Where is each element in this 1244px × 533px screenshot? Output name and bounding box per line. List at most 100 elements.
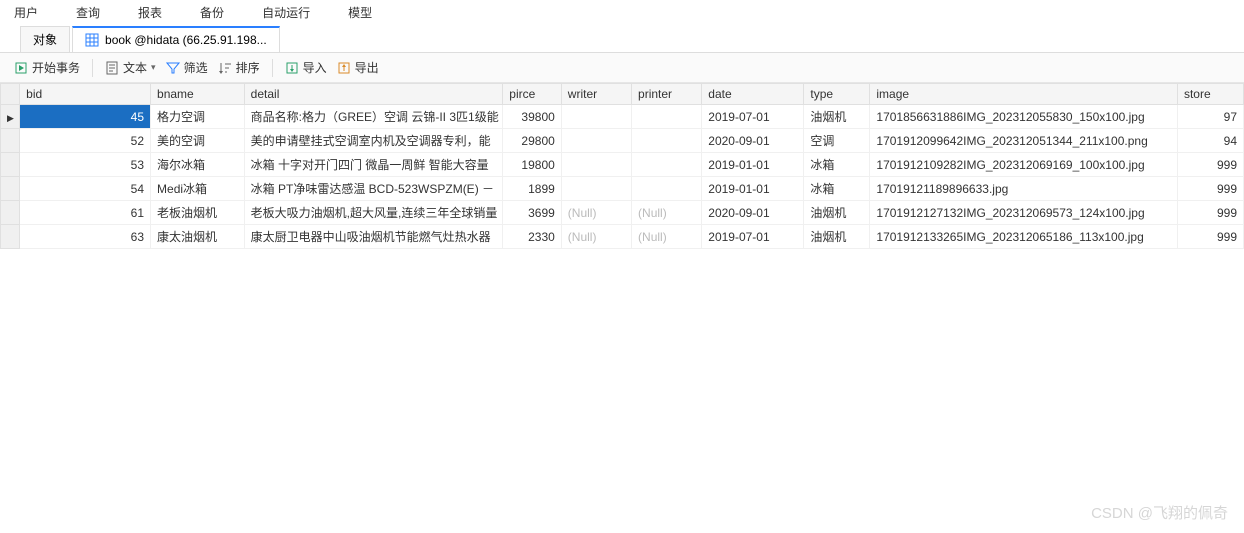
menu-item[interactable]: 模型: [348, 4, 372, 21]
cell-printer[interactable]: [632, 177, 702, 201]
cell-bid[interactable]: 61: [20, 201, 151, 225]
cell-date[interactable]: 2019-01-01: [702, 153, 804, 177]
cell-pirce[interactable]: 29800: [503, 129, 562, 153]
column-header[interactable]: type: [804, 84, 870, 105]
cell-type[interactable]: 冰箱: [804, 153, 870, 177]
cell-detail[interactable]: 冰箱 十字对开门四门 微晶一周鲜 智能大容量: [244, 153, 503, 177]
cell-bname[interactable]: Medi冰箱: [151, 177, 245, 201]
cell-writer[interactable]: (Null): [561, 201, 631, 225]
cell-bname[interactable]: 康太油烟机: [151, 225, 245, 249]
cell-type[interactable]: 油烟机: [804, 105, 870, 129]
column-header[interactable]: detail: [244, 84, 503, 105]
cell-pirce[interactable]: 3699: [503, 201, 562, 225]
tab-objects[interactable]: 对象: [20, 26, 70, 52]
cell-bid[interactable]: 63: [20, 225, 151, 249]
cell-image[interactable]: 1701912099642IMG_202312051344_211x100.pn…: [870, 129, 1178, 153]
cell-bname[interactable]: 美的空调: [151, 129, 245, 153]
cell-printer[interactable]: [632, 153, 702, 177]
cell-date[interactable]: 2020-09-01: [702, 129, 804, 153]
cell-date[interactable]: 2019-07-01: [702, 105, 804, 129]
cell-bname[interactable]: 老板油烟机: [151, 201, 245, 225]
menu-item[interactable]: 用户: [14, 4, 38, 21]
cell-writer[interactable]: [561, 153, 631, 177]
sort-button[interactable]: 排序: [218, 59, 260, 76]
cell-bname[interactable]: 格力空调: [151, 105, 245, 129]
cell-writer[interactable]: [561, 129, 631, 153]
data-grid[interactable]: bidbnamedetailpircewriterprinterdatetype…: [0, 83, 1244, 249]
column-header[interactable]: bid: [20, 84, 151, 105]
row-gutter: [1, 177, 20, 201]
menu-item[interactable]: 备份: [200, 4, 224, 21]
begin-transaction-button[interactable]: 开始事务: [14, 59, 80, 76]
cell-writer[interactable]: [561, 105, 631, 129]
cell-date[interactable]: 2019-01-01: [702, 177, 804, 201]
cell-pirce[interactable]: 19800: [503, 153, 562, 177]
menu-item[interactable]: 查询: [76, 4, 100, 21]
column-header[interactable]: pirce: [503, 84, 562, 105]
cell-detail[interactable]: 老板大吸力油烟机,超大风量,连续三年全球销量: [244, 201, 503, 225]
cell-store[interactable]: 94: [1177, 129, 1243, 153]
row-gutter: [1, 153, 20, 177]
table-row[interactable]: 45格力空调商品名称:格力（GREE）空调 云锦-II 3匹1级能39800 20…: [1, 105, 1244, 129]
cell-bid[interactable]: 54: [20, 177, 151, 201]
cell-printer[interactable]: [632, 129, 702, 153]
cell-detail[interactable]: 冰箱 PT净味雷达感温 BCD-523WSPZM(E) －: [244, 177, 503, 201]
cell-pirce[interactable]: 1899: [503, 177, 562, 201]
cell-detail[interactable]: 美的申请壁挂式空调室内机及空调器专利，能: [244, 129, 503, 153]
cell-printer[interactable]: [632, 105, 702, 129]
cell-date[interactable]: 2019-07-01: [702, 225, 804, 249]
cell-store[interactable]: 999: [1177, 225, 1243, 249]
text-button[interactable]: 文本 ▾: [105, 59, 156, 76]
cell-writer[interactable]: [561, 177, 631, 201]
menu-item[interactable]: 报表: [138, 4, 162, 21]
cell-bid[interactable]: 53: [20, 153, 151, 177]
cell-type[interactable]: 空调: [804, 129, 870, 153]
cell-printer[interactable]: (Null): [632, 225, 702, 249]
cell-store[interactable]: 999: [1177, 153, 1243, 177]
import-button[interactable]: 导入: [285, 59, 327, 76]
filter-button[interactable]: 筛选: [166, 59, 208, 76]
table-row[interactable]: 61老板油烟机老板大吸力油烟机,超大风量,连续三年全球销量3699(Null)(…: [1, 201, 1244, 225]
table-row[interactable]: 53海尔冰箱冰箱 十字对开门四门 微晶一周鲜 智能大容量19800 2019-01…: [1, 153, 1244, 177]
menu-item[interactable]: 自动运行: [262, 4, 310, 21]
funnel-icon: [166, 61, 180, 75]
cell-image[interactable]: 1701912109282IMG_202312069169_100x100.jp…: [870, 153, 1178, 177]
toolbar-label: 导入: [303, 59, 327, 76]
cell-bid[interactable]: 45: [20, 105, 151, 129]
cell-bid[interactable]: 52: [20, 129, 151, 153]
cell-store[interactable]: 999: [1177, 201, 1243, 225]
cell-writer[interactable]: (Null): [561, 225, 631, 249]
row-gutter: [1, 201, 20, 225]
cell-pirce[interactable]: 2330: [503, 225, 562, 249]
cell-type[interactable]: 油烟机: [804, 201, 870, 225]
cell-bname[interactable]: 海尔冰箱: [151, 153, 245, 177]
export-button[interactable]: 导出: [337, 59, 379, 76]
cell-detail[interactable]: 商品名称:格力（GREE）空调 云锦-II 3匹1级能: [244, 105, 503, 129]
cell-type[interactable]: 油烟机: [804, 225, 870, 249]
cell-printer[interactable]: (Null): [632, 201, 702, 225]
column-header[interactable]: image: [870, 84, 1178, 105]
row-gutter: [1, 225, 20, 249]
cell-store[interactable]: 999: [1177, 177, 1243, 201]
cell-image[interactable]: 1701912133265IMG_202312065186_113x100.jp…: [870, 225, 1178, 249]
column-header[interactable]: printer: [632, 84, 702, 105]
cell-date[interactable]: 2020-09-01: [702, 201, 804, 225]
cell-image[interactable]: 17019121189896633.jpg: [870, 177, 1178, 201]
cell-store[interactable]: 97: [1177, 105, 1243, 129]
cell-pirce[interactable]: 39800: [503, 105, 562, 129]
table-row[interactable]: 63康太油烟机康太厨卫电器中山吸油烟机节能燃气灶热水器2330(Null)(Nu…: [1, 225, 1244, 249]
cell-image[interactable]: 1701912127132IMG_202312069573_124x100.jp…: [870, 201, 1178, 225]
tab-book[interactable]: book @hidata (66.25.91.198...: [72, 26, 280, 52]
row-gutter: [1, 105, 20, 129]
play-icon: [14, 61, 28, 75]
column-header[interactable]: date: [702, 84, 804, 105]
table-row[interactable]: 54Medi冰箱冰箱 PT净味雷达感温 BCD-523WSPZM(E) －189…: [1, 177, 1244, 201]
cell-detail[interactable]: 康太厨卫电器中山吸油烟机节能燃气灶热水器: [244, 225, 503, 249]
column-header[interactable]: store: [1177, 84, 1243, 105]
toolbar-label: 文本: [123, 59, 147, 76]
column-header[interactable]: bname: [151, 84, 245, 105]
cell-type[interactable]: 冰箱: [804, 177, 870, 201]
cell-image[interactable]: 1701856631886IMG_202312055830_150x100.jp…: [870, 105, 1178, 129]
table-row[interactable]: 52美的空调美的申请壁挂式空调室内机及空调器专利，能29800 2020-09-0…: [1, 129, 1244, 153]
column-header[interactable]: writer: [561, 84, 631, 105]
